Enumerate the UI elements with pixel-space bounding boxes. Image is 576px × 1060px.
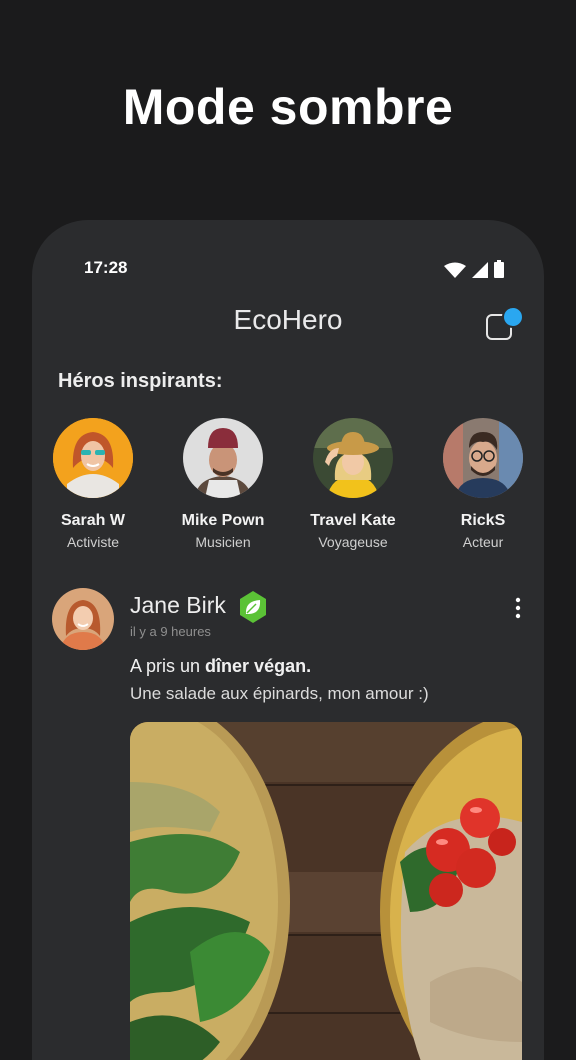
hero-card[interactable]: Mike Pown Musicien [158, 418, 288, 550]
hero-role: Acteur [462, 534, 504, 550]
post-time: il y a 9 heures [130, 624, 211, 639]
post-text-bold: dîner végan. [205, 656, 312, 676]
hero-name: Travel Kate [310, 512, 396, 529]
section-title: Héros inspirants: [58, 370, 223, 392]
hero-role: Voyageuse [318, 534, 388, 550]
post-card: Jane Birk il y a 9 heures A pris un dîne… [32, 588, 544, 1060]
status-time: 17:28 [84, 258, 128, 277]
status-icons [444, 260, 504, 278]
app-title: EcoHero [233, 304, 343, 335]
more-vertical-icon[interactable] [510, 596, 526, 620]
wifi-icon [444, 262, 466, 278]
status-bar: 17:28 [32, 220, 544, 316]
post-image[interactable] [130, 722, 522, 1060]
post-text: A pris un dîner végan. [130, 656, 311, 677]
battery-icon [494, 260, 504, 278]
heroes-row: Sarah W Activiste Mike Pown Musicien Tra… [32, 418, 544, 558]
post-author[interactable]: Jane Birk [130, 592, 226, 619]
post-text-prefix: A pris un [130, 656, 206, 676]
avatar[interactable] [443, 418, 523, 498]
headline: Mode sombre [122, 79, 454, 135]
post-text-line2: Une salade aux épinards, mon amour :) [130, 684, 429, 703]
phone-frame: 17:28 EcoHero Héros inspirants: Sarah W … [32, 220, 544, 1060]
avatar[interactable] [183, 418, 263, 498]
compose-button[interactable] [484, 306, 524, 342]
notification-dot [502, 306, 524, 328]
hero-name: Mike Pown [181, 512, 265, 529]
avatar[interactable] [53, 418, 133, 498]
hero-card[interactable]: Travel Kate Voyageuse [288, 418, 418, 550]
leaf-badge-icon [240, 591, 266, 623]
hero-name: RickS [460, 512, 506, 529]
signal-icon [472, 262, 488, 278]
hero-role: Musicien [195, 534, 251, 550]
hero-card[interactable]: Sarah W Activiste [32, 418, 158, 550]
hero-role: Activiste [66, 534, 120, 550]
avatar[interactable] [52, 588, 114, 650]
avatar[interactable] [313, 418, 393, 498]
hero-card[interactable]: RickS Acteur [418, 418, 544, 550]
hero-name: Sarah W [60, 512, 125, 529]
